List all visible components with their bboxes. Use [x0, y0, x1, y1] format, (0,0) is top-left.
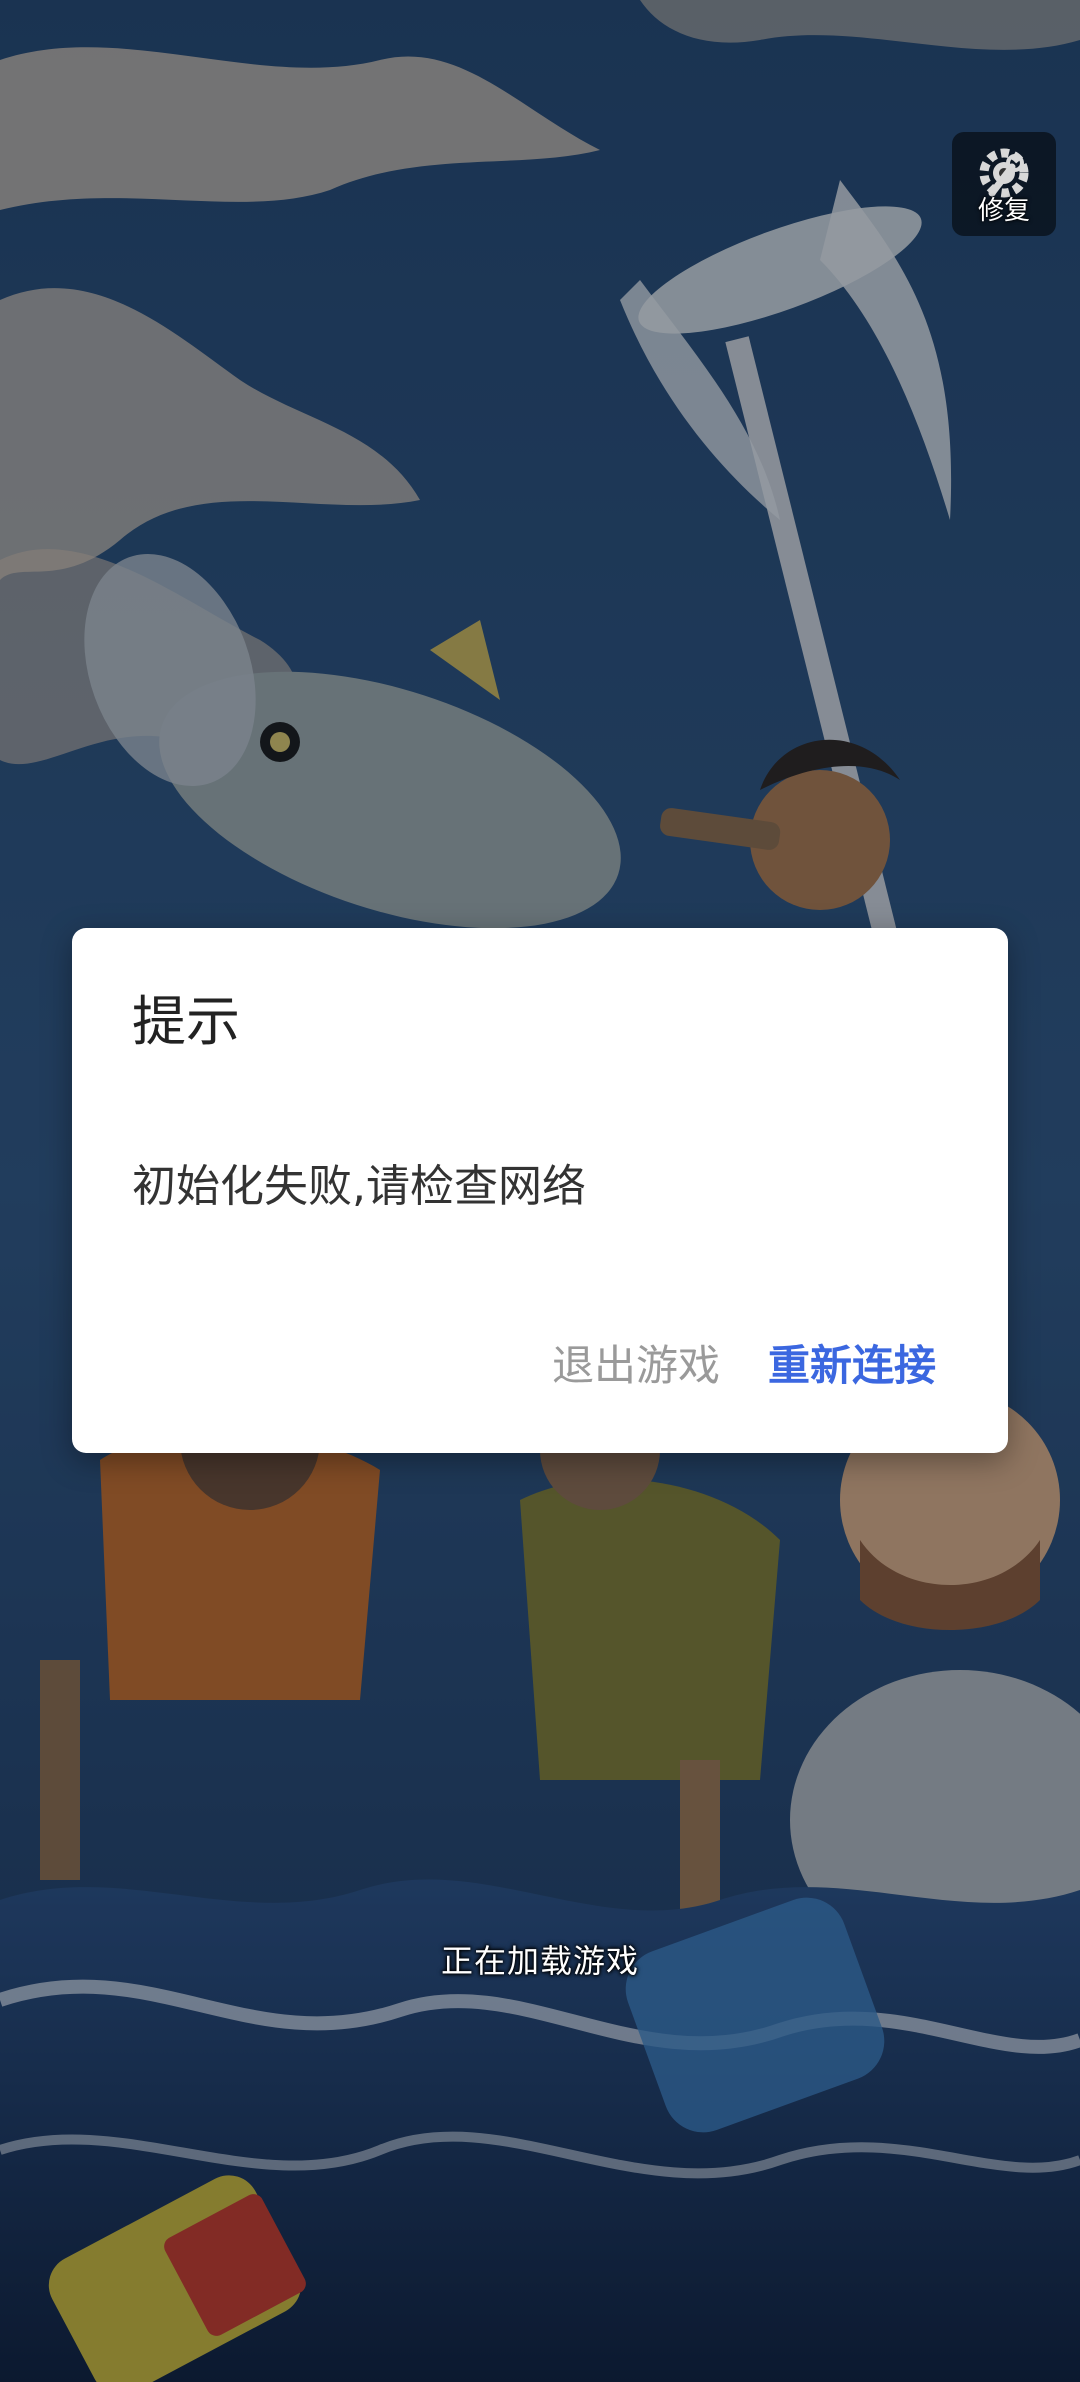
- game-loading-screen: 修复 正在加载游戏 提示 初始化失败,请检查网络 退出游戏 重新连接: [0, 0, 1080, 2382]
- repair-label: 修复: [977, 196, 1030, 226]
- network-error-dialog: 提示 初始化失败,请检查网络 退出游戏 重新连接: [72, 928, 1008, 1453]
- dialog-actions: 退出游戏 重新连接: [552, 1332, 936, 1393]
- exit-game-button[interactable]: 退出游戏: [552, 1332, 720, 1393]
- dialog-title: 提示: [132, 990, 240, 1053]
- repair-button[interactable]: 修复: [952, 132, 1056, 236]
- loading-status-text: 正在加载游戏: [440, 1942, 639, 1980]
- dialog-message: 初始化失败,请检查网络: [132, 1161, 586, 1212]
- reconnect-button[interactable]: 重新连接: [768, 1332, 936, 1393]
